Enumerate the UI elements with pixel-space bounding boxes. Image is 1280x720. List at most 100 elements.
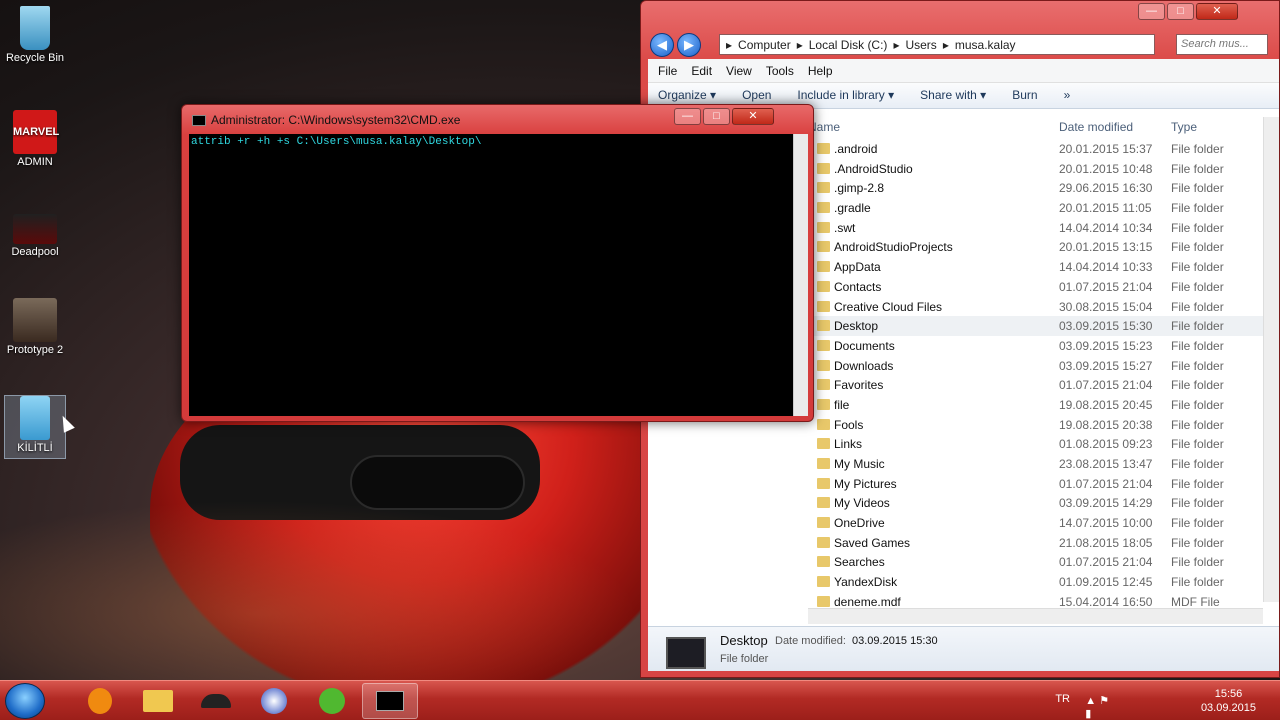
file-type: File folder [1171, 496, 1224, 511]
file-row[interactable]: Desktop 03.09.2015 15:30 File folder [808, 316, 1263, 336]
folder-icon [817, 300, 830, 312]
close-button[interactable]: ✕ [1196, 3, 1238, 20]
organize-button[interactable]: Organize ▾ [658, 88, 716, 103]
compass-icon[interactable] [246, 683, 302, 719]
menu-file[interactable]: File [658, 64, 677, 78]
file-row[interactable]: OneDrive 14.07.2015 10:00 File folder [808, 513, 1263, 533]
tray-icons[interactable]: ▲ ⚑ ▮ ▂▄▆ ♪ [1085, 694, 1110, 720]
cmd-title: Administrator: C:\Windows\system32\CMD.e… [211, 113, 461, 127]
cmd-console[interactable]: attrib +r +h +s C:\Users\musa.kalay\Desk… [189, 134, 793, 416]
maximize-button[interactable]: □ [703, 108, 730, 125]
folder-icon [817, 418, 830, 430]
file-row[interactable]: Downloads 03.09.2015 15:27 File folder [808, 356, 1263, 376]
file-date: 01.09.2015 12:45 [1059, 575, 1153, 590]
include-in-library-button[interactable]: Include in library ▾ [797, 88, 894, 103]
column-type[interactable]: Type [1171, 120, 1197, 134]
close-button[interactable]: ✕ [732, 108, 774, 125]
file-row[interactable]: AndroidStudioProjects 20.01.2015 13:15 Fil… [808, 237, 1263, 257]
file-date: 03.09.2015 15:30 [1059, 319, 1153, 334]
file-row[interactable]: .AndroidStudio 20.01.2015 10:48 File folde… [808, 159, 1263, 179]
explorer-icon[interactable] [130, 683, 186, 719]
file-row[interactable]: My Pictures 01.07.2015 21:04 File folder [808, 474, 1263, 494]
deadpool-icon [13, 214, 57, 244]
horizontal-scrollbar[interactable] [808, 608, 1263, 624]
file-date: 20.01.2015 11:05 [1059, 201, 1152, 216]
more-button[interactable]: » [1064, 88, 1071, 103]
desktop-icon-prototype[interactable]: Prototype 2 [4, 298, 66, 362]
file-name: AppData [834, 260, 881, 275]
desktop-icon-recycle-bin[interactable]: Recycle Bin [4, 6, 66, 70]
ninja-icon[interactable] [188, 683, 244, 719]
file-date: 14.07.2015 10:00 [1059, 516, 1153, 531]
cmd-taskbar-button[interactable] [362, 683, 418, 719]
file-row[interactable]: .gradle 20.01.2015 11:05 File folder [808, 198, 1263, 218]
cmd-scrollbar[interactable] [793, 134, 808, 416]
folder-icon [817, 359, 830, 371]
vertical-scrollbar[interactable] [1263, 117, 1279, 602]
folder-icon [817, 477, 830, 489]
search-input[interactable]: Search mus... [1176, 34, 1268, 55]
file-row[interactable]: file 19.08.2015 20:45 File folder [808, 395, 1263, 415]
desktop-icon-label: ADMIN [17, 156, 53, 168]
file-type: File folder [1171, 299, 1224, 314]
file-date: 29.06.2015 16:30 [1059, 181, 1153, 196]
file-row[interactable]: Documents 03.09.2015 15:23 File folder [808, 336, 1263, 356]
file-row[interactable]: .android 20.01.2015 15:37 File folder [808, 139, 1263, 159]
cmd-window[interactable]: Administrator: C:\Windows\system32\CMD.e… [181, 104, 814, 422]
file-row[interactable]: AppData 14.04.2014 10:33 File folder [808, 257, 1263, 277]
breadcrumb-user[interactable]: musa.kalay [955, 38, 1016, 52]
file-row[interactable]: Saved Games 21.08.2015 18:05 File folder [808, 533, 1263, 553]
file-date: 01.07.2015 21:04 [1059, 378, 1153, 393]
clock[interactable]: 15:56 03.09.2015 [1201, 687, 1256, 715]
breadcrumb-computer[interactable]: Computer [738, 38, 791, 52]
back-button[interactable]: ◀ [650, 33, 674, 57]
address-bar[interactable]: ▸ Computer ▸ Local Disk (C:) ▸ Users ▸ m… [719, 34, 1155, 55]
menu-view[interactable]: View [726, 64, 752, 78]
minimize-button[interactable]: — [1138, 3, 1165, 20]
breadcrumb-local-disk[interactable]: Local Disk (C:) [809, 38, 888, 52]
file-type: File folder [1171, 437, 1224, 452]
file-row[interactable]: YandexDisk 01.09.2015 12:45 File folder [808, 572, 1263, 592]
file-row[interactable]: Fools 19.08.2015 20:38 File folder [808, 415, 1263, 435]
cmd-window-controls: — □ ✕ [674, 108, 774, 125]
file-name: Documents [834, 338, 895, 353]
start-button[interactable] [5, 683, 45, 719]
utorrent-icon[interactable] [304, 683, 360, 719]
minimize-button[interactable]: — [674, 108, 701, 125]
breadcrumb-users[interactable]: Users [905, 38, 936, 52]
language-indicator[interactable]: TR [1055, 693, 1070, 705]
file-name: .swt [834, 220, 856, 235]
column-date-modified[interactable]: Date modified [1059, 120, 1133, 134]
menu-tools[interactable]: Tools [766, 64, 794, 78]
file-name: Saved Games [834, 535, 911, 550]
file-row[interactable]: Links 01.08.2015 09:23 File folder [808, 434, 1263, 454]
maximize-button[interactable]: □ [1167, 3, 1194, 20]
file-type: File folder [1171, 378, 1224, 393]
menu-help[interactable]: Help [808, 64, 833, 78]
desktop-icon-admin[interactable]: MARVEL ADMIN [4, 110, 66, 174]
file-name: Downloads [834, 358, 894, 373]
avast-icon[interactable] [72, 683, 128, 719]
file-list: .android 20.01.2015 15:37 File folder .Andr… [808, 139, 1263, 612]
file-row[interactable]: Contacts 01.07.2015 21:04 File folder [808, 277, 1263, 297]
file-row[interactable]: My Videos 03.09.2015 14:29 File folder [808, 493, 1263, 513]
file-row[interactable]: Favorites 01.07.2015 21:04 File folder [808, 375, 1263, 395]
file-date: 01.08.2015 09:23 [1059, 437, 1153, 452]
file-row[interactable]: Creative Cloud Files 30.08.2015 15:04 File… [808, 297, 1263, 317]
file-type: File folder [1171, 161, 1224, 176]
share-with-button[interactable]: Share with ▾ [920, 88, 986, 103]
file-row[interactable]: My Music 23.08.2015 13:47 File folder [808, 454, 1263, 474]
file-row[interactable]: .gimp-2.8 29.06.2015 16:30 File folder [808, 178, 1263, 198]
desktop-icon-kilitli[interactable]: KİLİTLİ [4, 395, 66, 459]
file-name: .gradle [834, 201, 871, 216]
folder-icon [817, 438, 830, 450]
desktop-icon-deadpool[interactable]: Deadpool [4, 208, 66, 272]
menu-edit[interactable]: Edit [691, 64, 712, 78]
forward-button[interactable]: ▶ [677, 33, 701, 57]
file-row[interactable]: Searches 01.07.2015 21:04 File folder [808, 552, 1263, 572]
file-date: 03.09.2015 15:23 [1059, 338, 1153, 353]
details-pane: Desktop Date modified: 03.09.2015 15:30 … [648, 626, 1279, 671]
burn-button[interactable]: Burn [1012, 88, 1037, 103]
file-row[interactable]: .swt 14.04.2014 10:34 File folder [808, 218, 1263, 238]
open-button[interactable]: Open [742, 88, 771, 103]
